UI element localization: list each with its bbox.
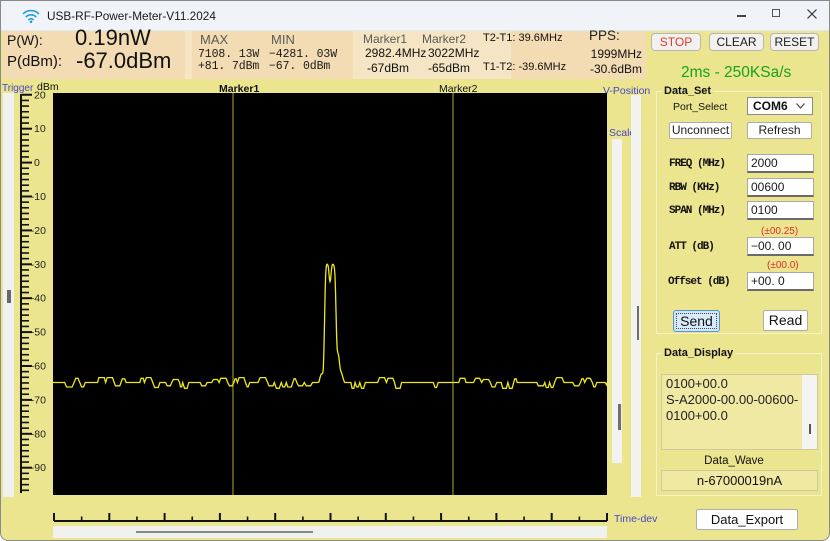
svg-text:-60: -60 [31, 361, 46, 373]
svg-text:-10: -10 [31, 191, 46, 203]
svg-text:20: 20 [34, 89, 46, 101]
svg-text:-90: -90 [31, 462, 46, 474]
svg-text:-80: -80 [31, 428, 46, 440]
svg-text:-30: -30 [31, 259, 46, 271]
svg-text:-50: -50 [31, 327, 46, 339]
svg-text:-40: -40 [31, 293, 46, 305]
svg-text:-70: -70 [31, 394, 46, 406]
svg-text:10: 10 [34, 123, 46, 135]
svg-text:-20: -20 [31, 225, 46, 237]
svg-text:0: 0 [34, 157, 40, 169]
